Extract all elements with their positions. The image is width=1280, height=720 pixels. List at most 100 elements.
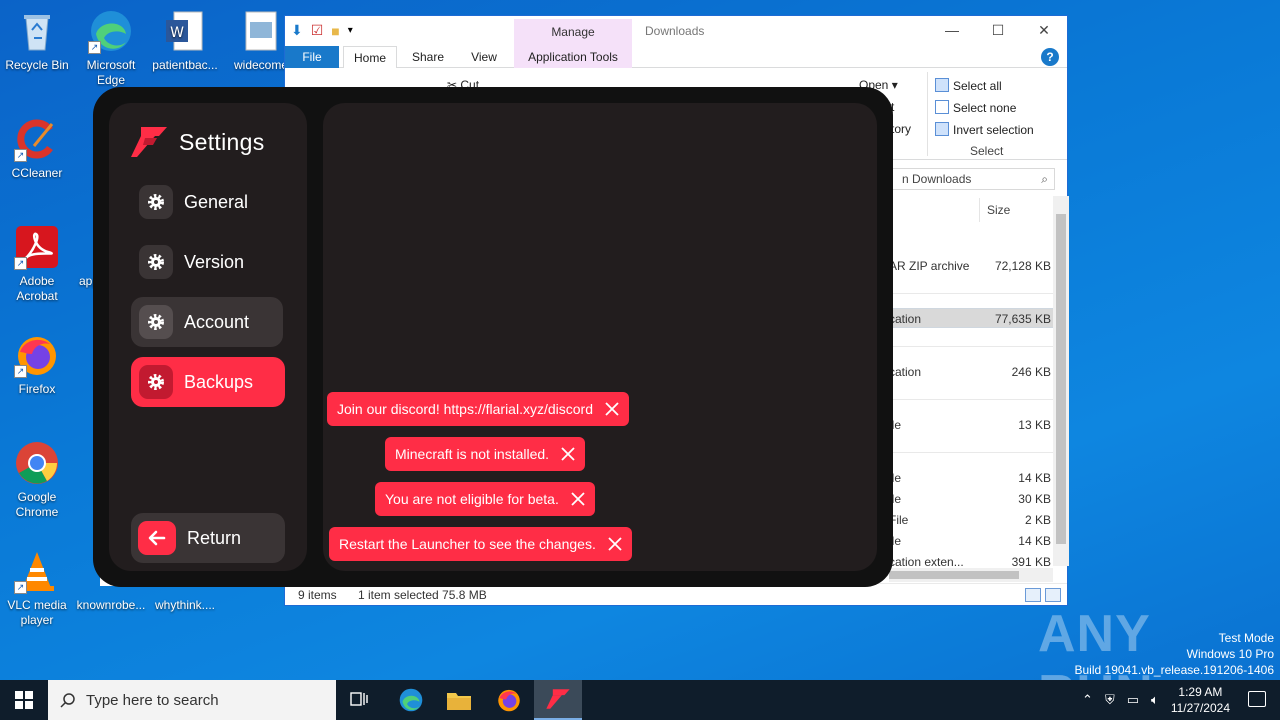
desktop-icon-recycle-bin[interactable]: Recycle Bin bbox=[0, 8, 74, 73]
return-button[interactable]: Return bbox=[131, 513, 285, 563]
taskbar-firefox[interactable] bbox=[485, 680, 533, 720]
file-row[interactable]: ile 14 KB bbox=[889, 531, 1053, 551]
desktop-icon-ccleaner[interactable]: ↗ CCleaner bbox=[0, 116, 74, 181]
status-item-count: 9 items bbox=[298, 588, 337, 602]
maximize-button[interactable]: ☐ bbox=[975, 16, 1021, 44]
desktop-icon-firefox[interactable]: ↗ Firefox bbox=[0, 332, 74, 397]
edge-icon: ↗ bbox=[88, 8, 134, 54]
file-row[interactable]: File 2 KB bbox=[889, 510, 1053, 530]
arrow-left-icon bbox=[138, 521, 176, 555]
launcher-brand: Settings bbox=[129, 125, 265, 159]
invert-selection-button[interactable]: Invert selection bbox=[935, 122, 1034, 137]
gear-icon bbox=[139, 245, 173, 279]
large-icons-view-icon[interactable] bbox=[1045, 588, 1061, 602]
vertical-scrollbar[interactable] bbox=[1053, 196, 1069, 566]
search-box[interactable]: n Downloads ⌕ bbox=[885, 168, 1055, 190]
toast-message: Join our discord! https://flarial.xyz/di… bbox=[337, 401, 593, 417]
flarial-logo-icon bbox=[131, 127, 167, 157]
chevron-up-icon[interactable]: ⌃ bbox=[1082, 692, 1093, 708]
ribbon-divider bbox=[927, 72, 928, 156]
window-controls: — ☐ ✕ bbox=[929, 16, 1067, 44]
file-row[interactable]: ile 14 KB bbox=[889, 468, 1053, 488]
network-icon[interactable]: ▭ bbox=[1127, 692, 1139, 708]
volume-icon[interactable]: 🔈︎ bbox=[1151, 692, 1159, 708]
tab-view[interactable]: View bbox=[461, 46, 507, 68]
sidebar-item-label: General bbox=[184, 191, 249, 212]
sidebar-item-backups[interactable]: Backups bbox=[131, 357, 285, 407]
details-view-icon[interactable] bbox=[1025, 588, 1041, 602]
folder-icon[interactable]: ■ bbox=[331, 23, 339, 39]
file-row[interactable]: ile 30 KB bbox=[889, 489, 1053, 509]
edge-icon bbox=[399, 688, 423, 712]
tab-home[interactable]: Home bbox=[343, 46, 397, 68]
explorer-titlebar[interactable]: ⬇ ☑ ■ ▾ Manage Downloads — ☐ ✕ bbox=[285, 16, 1067, 46]
security-icon[interactable]: ⛨ bbox=[1105, 692, 1115, 708]
image-file-icon bbox=[238, 8, 284, 54]
qat-dropdown-icon[interactable]: ▾ bbox=[348, 25, 353, 36]
select-none-button[interactable]: Select none bbox=[935, 100, 1016, 115]
toast-notification: Join our discord! https://flarial.xyz/di… bbox=[327, 392, 629, 426]
start-button[interactable] bbox=[0, 680, 48, 720]
file-row[interactable]: AR ZIP archive 72,128 KB bbox=[889, 256, 1053, 276]
settings-sidebar: Settings General Version Account Backups bbox=[109, 103, 307, 571]
scrollbar-thumb[interactable] bbox=[1056, 214, 1066, 544]
return-label: Return bbox=[187, 527, 242, 548]
taskbar-file-explorer[interactable] bbox=[435, 680, 483, 720]
taskbar-edge[interactable] bbox=[387, 680, 435, 720]
tab-file[interactable]: File bbox=[285, 46, 339, 68]
sidebar-item-version[interactable]: Version bbox=[131, 237, 283, 287]
close-icon[interactable] bbox=[567, 488, 589, 510]
sidebar-item-label: Account bbox=[184, 311, 250, 332]
download-arrow-icon[interactable]: ⬇ bbox=[291, 22, 303, 39]
page-title: Settings bbox=[179, 128, 265, 155]
minimize-button[interactable]: — bbox=[929, 16, 975, 44]
properties-icon[interactable]: ☑ bbox=[311, 22, 324, 39]
desktop-icon-acrobat[interactable]: ↗ Adobe Acrobat bbox=[0, 224, 74, 304]
ccleaner-icon: ↗ bbox=[14, 116, 60, 162]
task-view-icon bbox=[350, 692, 368, 706]
taskbar-flarial-launcher[interactable] bbox=[534, 680, 582, 720]
sidebar-item-general[interactable]: General bbox=[131, 177, 283, 227]
row-divider bbox=[889, 452, 1053, 453]
select-all-button[interactable]: Select all bbox=[935, 78, 1002, 93]
sidebar-item-account[interactable]: Account bbox=[131, 297, 283, 347]
word-doc-icon: W bbox=[162, 8, 208, 54]
column-header-size[interactable]: Size bbox=[987, 203, 1010, 217]
manage-context-tab[interactable]: Manage bbox=[514, 19, 632, 46]
file-row[interactable]: ile 13 KB bbox=[889, 415, 1053, 435]
invert-selection-icon bbox=[935, 122, 949, 136]
notification-icon[interactable] bbox=[1248, 691, 1266, 707]
desktop-icon-vlc[interactable]: ↗ VLC media player bbox=[0, 548, 74, 628]
desktop-icon-chrome[interactable]: Google Chrome bbox=[0, 440, 74, 520]
toast-message: Minecraft is not installed. bbox=[395, 446, 550, 462]
close-icon[interactable] bbox=[604, 533, 626, 555]
file-row-selected[interactable]: cation 77,635 KB bbox=[889, 308, 1053, 328]
desktop-icon-edge[interactable]: ↗ Microsoft Edge bbox=[74, 8, 148, 88]
task-view-button[interactable] bbox=[336, 680, 384, 720]
taskbar-search-box[interactable]: Type here to search bbox=[48, 680, 336, 720]
clock[interactable]: 1:29 AM 11/27/2024 bbox=[1171, 684, 1230, 716]
flarial-logo-icon bbox=[546, 689, 570, 709]
close-button[interactable]: ✕ bbox=[1021, 16, 1067, 44]
file-row[interactable]: cation 246 KB bbox=[889, 362, 1053, 382]
toast-notification: You are not eligible for beta. bbox=[375, 482, 595, 516]
system-tray: ⌃ ⛨ ▭ 🔈︎ 1:29 AM 11/27/2024 bbox=[1082, 680, 1230, 720]
taskbar: Type here to search ⌃ ⛨ ▭ 🔈︎ 1:29 AM 11/… bbox=[0, 680, 1280, 720]
tab-application-tools[interactable]: Application Tools bbox=[514, 46, 632, 68]
scrollbar-thumb[interactable] bbox=[889, 571, 1019, 579]
close-icon[interactable] bbox=[557, 443, 579, 465]
sidebar-item-label: Version bbox=[184, 251, 245, 272]
horizontal-scrollbar[interactable] bbox=[889, 568, 1053, 582]
row-divider bbox=[889, 293, 1053, 294]
ribbon-partial-label-2[interactable]: tory bbox=[891, 122, 911, 136]
tab-share[interactable]: Share bbox=[405, 46, 451, 68]
gear-icon bbox=[139, 185, 173, 219]
desktop-icon-patientbac[interactable]: W patientbac... bbox=[148, 8, 222, 73]
quick-access-toolbar: ⬇ ☑ ■ ▾ bbox=[291, 22, 353, 39]
gear-icon bbox=[139, 305, 173, 339]
svg-text:W: W bbox=[170, 25, 184, 41]
search-icon bbox=[60, 693, 75, 708]
close-icon[interactable] bbox=[601, 398, 623, 420]
row-divider bbox=[889, 399, 1053, 400]
help-icon[interactable]: ? bbox=[1041, 48, 1059, 66]
